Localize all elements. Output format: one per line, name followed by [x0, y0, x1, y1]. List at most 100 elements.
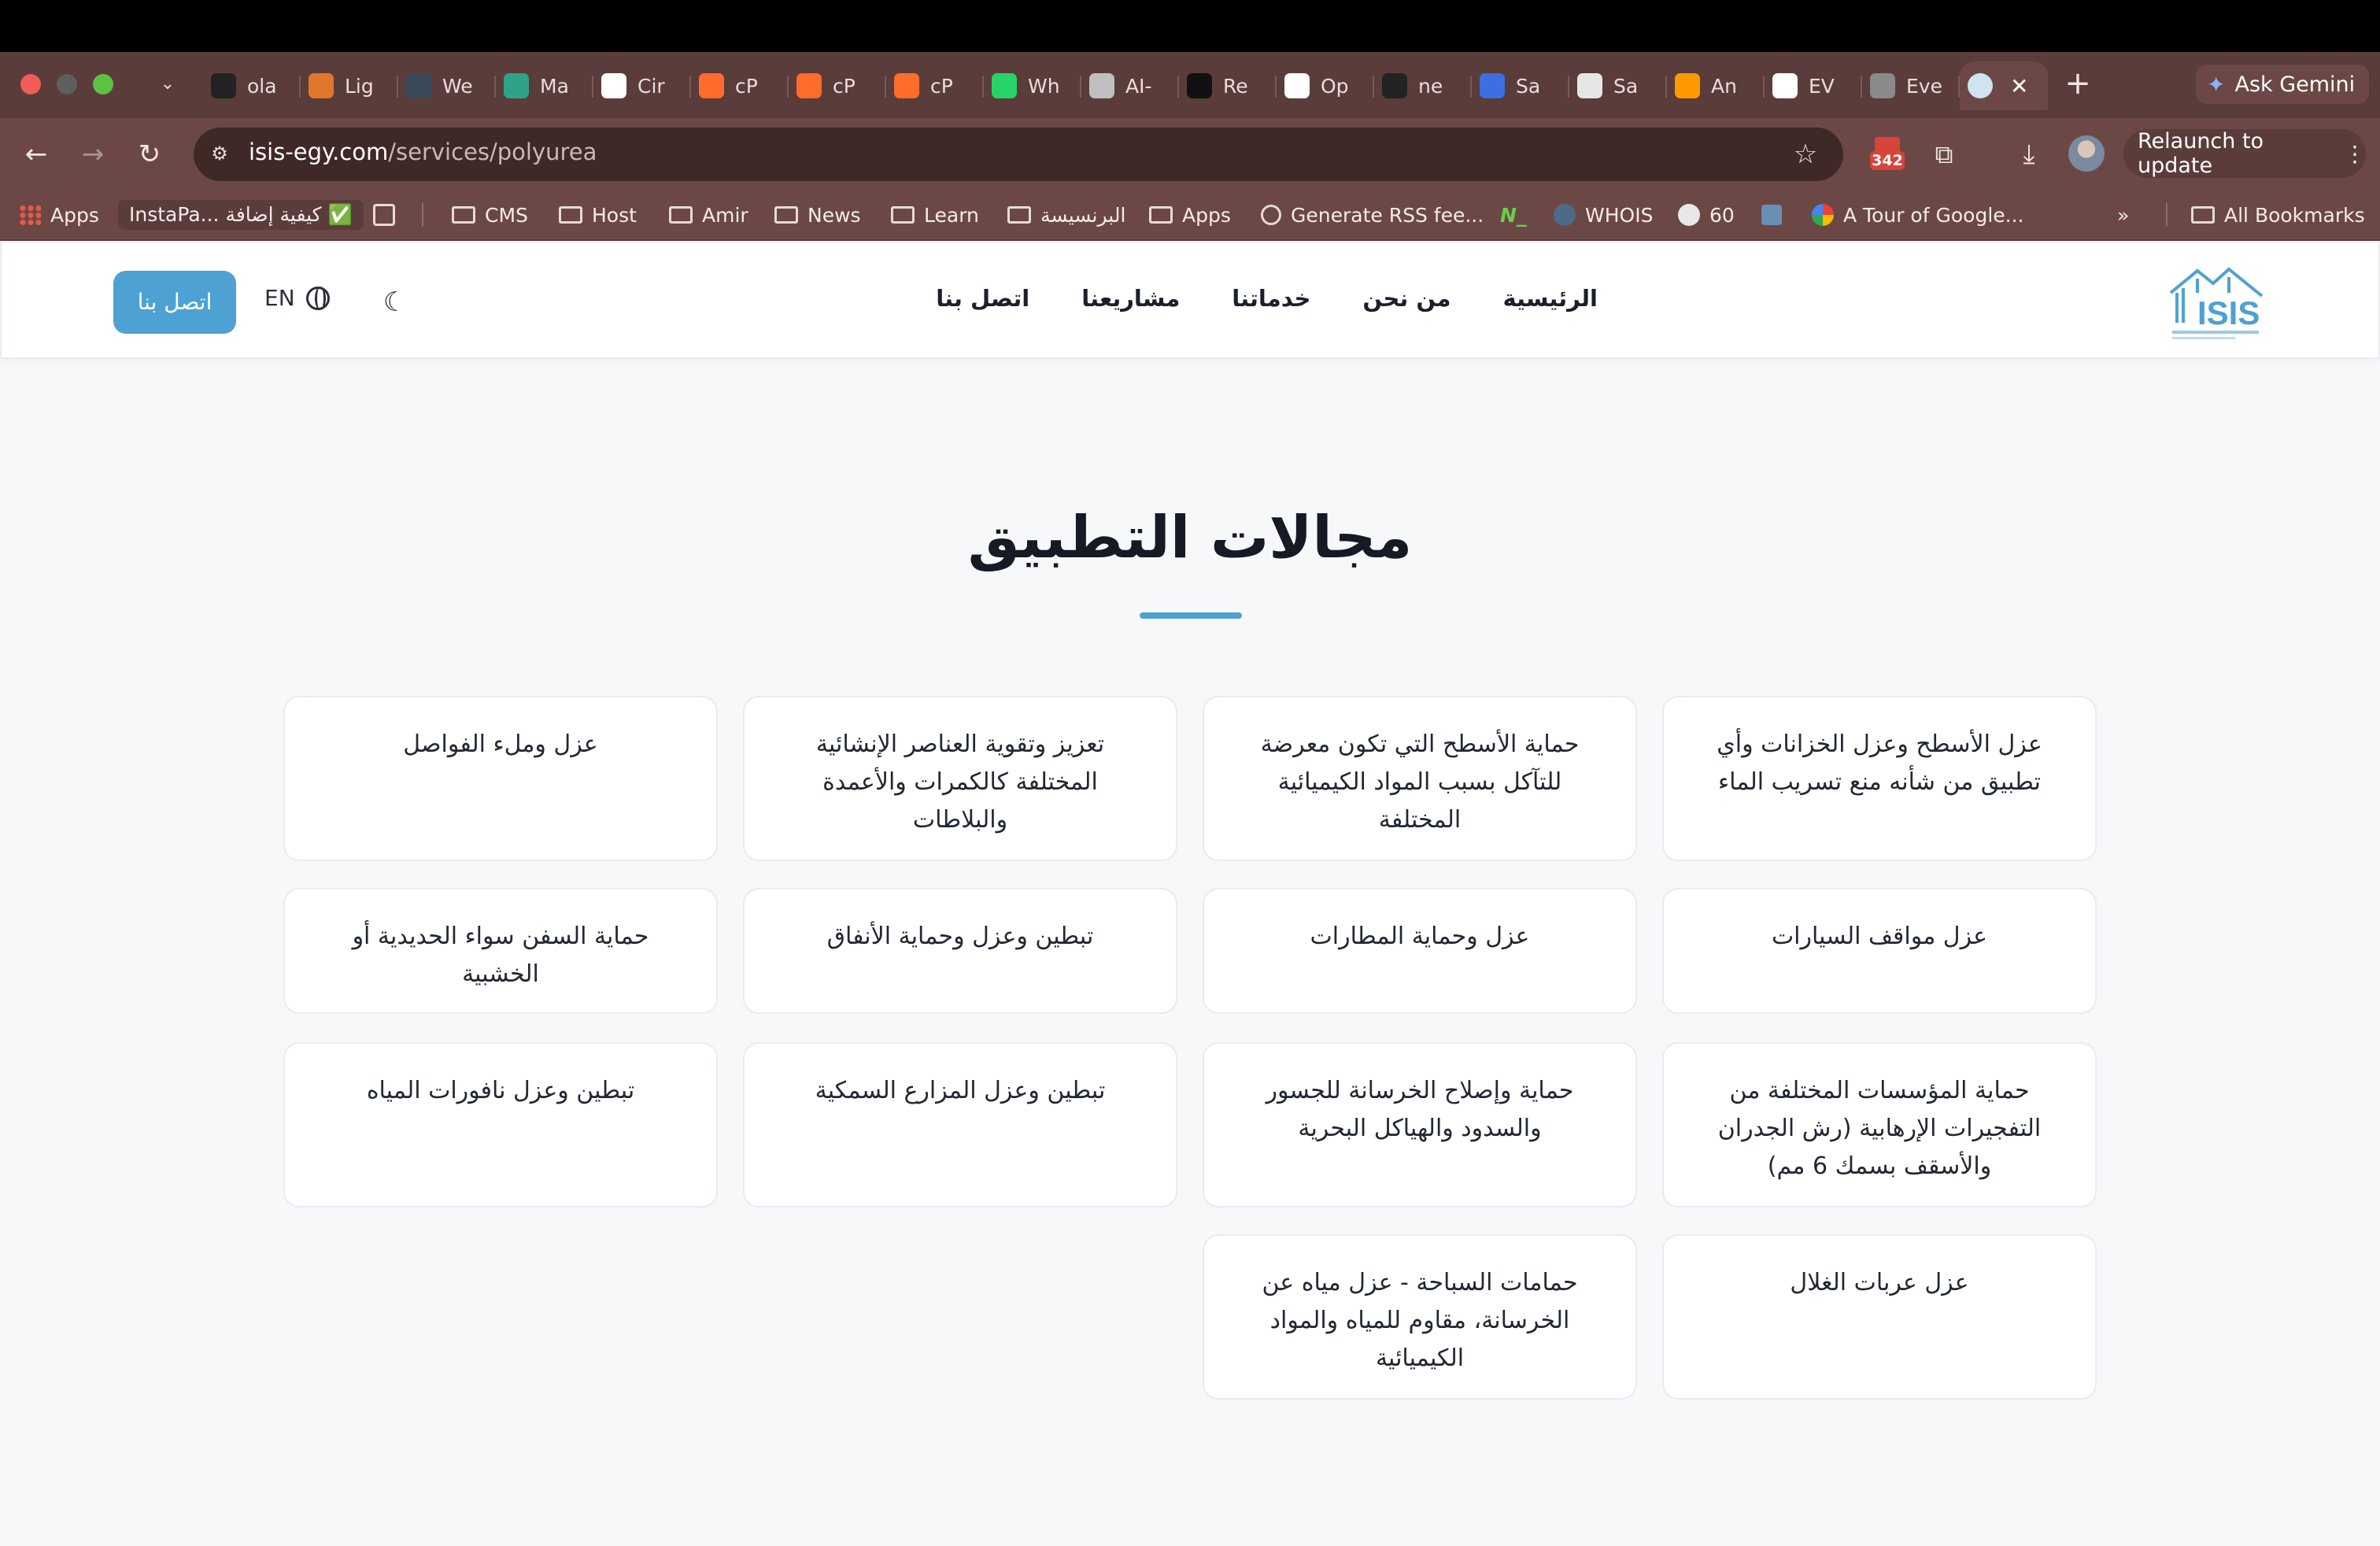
- nav-services[interactable]: خدماتنا: [1232, 285, 1310, 312]
- tab-title: cP: [735, 74, 758, 98]
- folder-icon: [559, 206, 582, 224]
- browser-tab[interactable]: ne: [1374, 61, 1472, 110]
- tab-title: ola: [247, 74, 277, 98]
- folder-icon: [1007, 206, 1031, 224]
- nav-about[interactable]: من نحن: [1362, 285, 1451, 312]
- nav-contact[interactable]: اتصل بنا: [936, 285, 1029, 312]
- bookmark-label: Learn: [924, 203, 979, 227]
- tab-title: Op: [1321, 74, 1349, 98]
- application-card: تبطين وعزل نافورات المياه: [283, 1042, 718, 1208]
- bookmarks-overflow-icon[interactable]: »: [2117, 200, 2129, 230]
- bookmark-instapaper[interactable]: InstaPa... كيفية إضافة ✅: [118, 200, 364, 230]
- browser-tab[interactable]: Ma: [496, 61, 593, 110]
- ai-icon: [1089, 73, 1114, 98]
- browser-tab[interactable]: ola: [203, 61, 301, 110]
- web-icon: [406, 73, 431, 98]
- bookmark-label: Generate RSS fee...: [1291, 203, 1484, 227]
- relaunch-button[interactable]: Relaunch to update ⋮: [2123, 129, 2366, 178]
- more-menu-icon: ⋮: [2344, 140, 2366, 167]
- application-card: حماية الأسطح التي تكون معرضة للتآكل بسبب…: [1203, 696, 1637, 861]
- bookmark-apps[interactable]: Apps: [19, 200, 99, 230]
- back-arrow-icon[interactable]: ←: [19, 137, 54, 172]
- cpanel-icon: [699, 73, 724, 98]
- bookmark-star-icon[interactable]: ☆: [1788, 137, 1823, 172]
- moon-icon[interactable]: ☾: [379, 287, 411, 318]
- browser-tab[interactable]: An: [1667, 61, 1765, 110]
- reload-icon[interactable]: ↻: [132, 137, 167, 172]
- folder-icon: [1149, 206, 1173, 224]
- bookmark-folder[interactable]: Host: [559, 200, 637, 230]
- window-maximize-button[interactable]: [93, 74, 113, 94]
- bookmark-google-tour[interactable]: A Tour of Google...: [1812, 200, 2023, 230]
- browser-tab[interactable]: Sa: [1472, 61, 1569, 110]
- bookmark-label: A Tour of Google...: [1843, 203, 2024, 227]
- nav-home[interactable]: الرئيسية: [1502, 285, 1598, 312]
- bookmark-folder[interactable]: Learn: [891, 200, 979, 230]
- language-switch[interactable]: EN: [264, 285, 330, 311]
- download-icon[interactable]: ⤓: [2012, 137, 2046, 172]
- bookmark-folder[interactable]: Apps: [1149, 200, 1231, 230]
- mail-extension-button[interactable]: 342: [1870, 134, 1905, 173]
- browser-tab[interactable]: cP: [691, 61, 789, 110]
- browser-tab[interactable]: cP: [886, 61, 984, 110]
- site-settings-icon[interactable]: ⚙: [206, 140, 233, 167]
- bookmark-all[interactable]: All Bookmarks: [2191, 200, 2365, 230]
- browser-tab[interactable]: We: [398, 61, 496, 110]
- close-tab-icon[interactable]: ✕: [2010, 73, 2028, 99]
- application-card: حماية وإصلاح الخرسانة للجسور والسدود وال…: [1203, 1042, 1637, 1208]
- ask-gemini-button[interactable]: ✦ Ask Gemini: [2196, 65, 2369, 104]
- bookmark-whois[interactable]: WHOIS: [1554, 200, 1653, 230]
- amazon-icon: [1675, 73, 1700, 98]
- tab-title: Ma: [540, 74, 569, 98]
- bookmark-label: Apps: [50, 203, 99, 227]
- nav-projects[interactable]: مشاريعنا: [1081, 285, 1180, 312]
- bookmark-folder[interactable]: News: [774, 200, 861, 230]
- browser-tab[interactable]: Wh: [984, 61, 1081, 110]
- tab-title: ne: [1418, 74, 1443, 98]
- sa-icon: [1577, 73, 1602, 98]
- forward-arrow-icon[interactable]: →: [76, 137, 110, 172]
- browser-tab[interactable]: Re: [1179, 61, 1277, 110]
- bookmark-rss[interactable]: Generate RSS fee...: [1261, 200, 1484, 230]
- application-card: تعزيز وتقوية العناصر الإنشائية المختلفة …: [743, 696, 1177, 861]
- github-icon: [1382, 73, 1407, 98]
- lighthouse-icon: [309, 73, 334, 98]
- bookmark-label: News: [808, 203, 861, 227]
- bookmark-folder[interactable]: Amir: [669, 200, 748, 230]
- profile-avatar[interactable]: [2068, 135, 2105, 172]
- browser-tab[interactable]: AI-: [1081, 61, 1179, 110]
- browser-tab[interactable]: Op: [1277, 61, 1374, 110]
- system-top-bar: [0, 0, 2380, 52]
- application-card: حماية المؤسسات المختلفة من التفجيرات الإ…: [1662, 1042, 2097, 1208]
- url-text[interactable]: isis-egy.com/services/polyurea: [249, 139, 597, 165]
- section-title: مجالات التطبيق: [967, 504, 1413, 571]
- bookmark-60[interactable]: 60: [1678, 200, 1735, 230]
- contact-us-button[interactable]: اتصل بنا: [113, 271, 236, 334]
- extensions-puzzle-icon[interactable]: ⧉: [1927, 137, 1961, 172]
- main-nav: الرئيسية من نحن خدماتنا مشاريعنا اتصل بن…: [936, 285, 1598, 312]
- folder-icon: [452, 206, 475, 224]
- bookmark-folder[interactable]: البرنسيسة: [1007, 200, 1125, 230]
- title-underline: [1140, 612, 1242, 619]
- bookmark-folder[interactable]: CMS: [452, 200, 528, 230]
- browser-tab[interactable]: Eve: [1862, 61, 1960, 110]
- bookmark-link[interactable]: [1761, 200, 1791, 230]
- browser-tab[interactable]: Lig: [301, 61, 398, 110]
- tab-title: AI-: [1125, 74, 1152, 98]
- folder-icon: [891, 206, 915, 224]
- openai-icon: [1284, 73, 1310, 98]
- bookmark-divider: [422, 203, 423, 227]
- active-browser-tab[interactable]: ✕: [1960, 61, 2048, 110]
- browser-tab[interactable]: Cir: [593, 61, 691, 110]
- browser-tab[interactable]: EV: [1765, 61, 1862, 110]
- bookmark-n[interactable]: N_: [1500, 200, 1526, 230]
- tab-search-chevron-icon[interactable]: ⌄: [154, 71, 181, 98]
- isis-logo[interactable]: ISIS: [2166, 261, 2270, 343]
- logo-text: ISIS: [2197, 294, 2260, 331]
- browser-tab[interactable]: Sa: [1569, 61, 1667, 110]
- tab-groups-icon[interactable]: [373, 200, 405, 230]
- new-tab-button[interactable]: +: [2060, 66, 2095, 101]
- window-close-button[interactable]: [20, 74, 41, 94]
- window-minimize-button[interactable]: [57, 74, 77, 94]
- browser-tab[interactable]: cP: [789, 61, 886, 110]
